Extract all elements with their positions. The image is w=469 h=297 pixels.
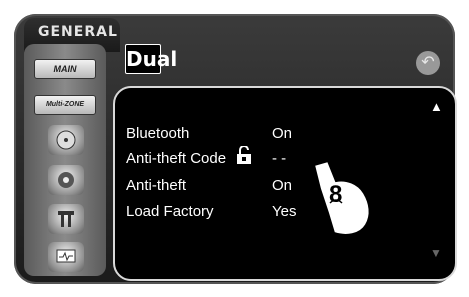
bluetooth-label: Bluetooth	[126, 125, 190, 142]
back-arrow-icon[interactable]: ↶	[416, 51, 440, 75]
multi-zone-button[interactable]: Multi-ZONE	[34, 95, 96, 115]
scroll-up-arrow-icon[interactable]: ▲	[430, 99, 443, 114]
bluetooth-value[interactable]: On	[272, 125, 292, 142]
scroll-down-arrow-icon[interactable]: ▼	[430, 246, 442, 260]
anti-theft-value[interactable]: On	[272, 177, 292, 194]
main-button[interactable]: MAIN	[34, 59, 96, 79]
music-speaker-icon[interactable]	[48, 165, 84, 195]
anti-theft-code-value[interactable]: - -	[272, 150, 286, 167]
anti-theft-code-label: Anti-theft Code	[126, 150, 227, 167]
dvd-disc-icon[interactable]	[48, 125, 84, 155]
anti-theft-label: Anti-theft	[126, 177, 187, 194]
settings-tools-icon[interactable]	[48, 204, 84, 234]
load-factory-label: Load Factory	[126, 203, 214, 220]
general-tab-label: GENERAL	[38, 24, 118, 40]
dual-logo: Dual	[125, 44, 177, 74]
monitor-icon[interactable]	[48, 242, 84, 272]
callout-number-label: 8	[329, 181, 343, 208]
unlocked-padlock-icon	[236, 145, 252, 164]
load-factory-value[interactable]: Yes	[272, 203, 296, 220]
